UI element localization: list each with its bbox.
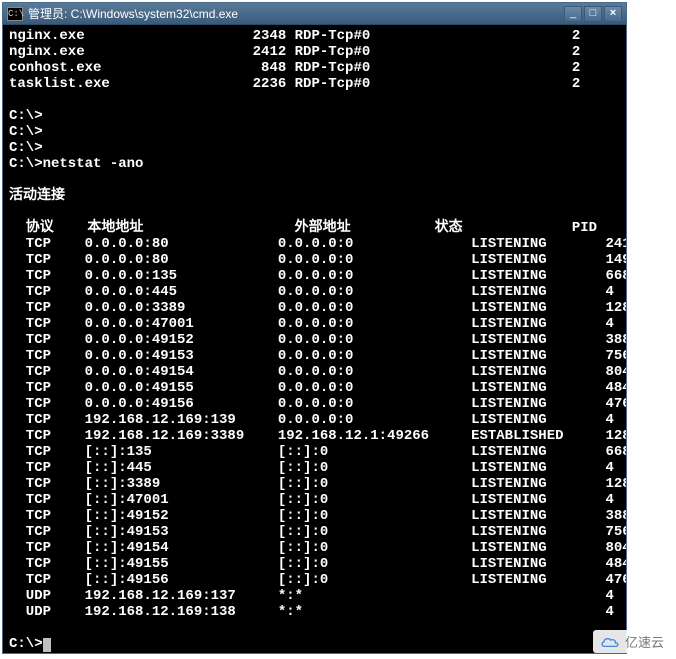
prompt-line: C:\> <box>9 636 620 652</box>
terminal-line: TCP 0.0.0.0:49156 0.0.0.0:0 LISTENING 47… <box>9 396 620 412</box>
cmd-icon: C:\ <box>7 7 23 21</box>
terminal-line: TCP [::]:49152 [::]:0 LISTENING 388 <box>9 508 620 524</box>
terminal-line: TCP [::]:47001 [::]:0 LISTENING 4 <box>9 492 620 508</box>
minimize-button[interactable]: _ <box>564 6 582 22</box>
terminal-line: 活动连接 <box>9 188 620 204</box>
terminal-line: conhost.exe 848 RDP-Tcp#0 2 3,004 K <box>9 60 620 76</box>
terminal-line <box>9 620 620 636</box>
cmd-window: C:\ 管理员: C:\Windows\system32\cmd.exe _ □… <box>2 2 627 654</box>
watermark: 亿速云 <box>593 630 670 653</box>
close-button[interactable]: × <box>604 6 622 22</box>
terminal-line: nginx.exe 2412 RDP-Tcp#0 2 5,716 K <box>9 44 620 60</box>
terminal-line: TCP [::]:49156 [::]:0 LISTENING 476 <box>9 572 620 588</box>
terminal-line: C:\>netstat -ano <box>9 156 620 172</box>
terminal-line: 协议 本地地址 外部地址 状态 PID <box>9 220 620 236</box>
terminal-line: TCP [::]:445 [::]:0 LISTENING 4 <box>9 460 620 476</box>
terminal-line <box>9 172 620 188</box>
terminal-line: TCP 0.0.0.0:445 0.0.0.0:0 LISTENING 4 <box>9 284 620 300</box>
terminal-line: TCP 0.0.0.0:3389 0.0.0.0:0 LISTENING 128… <box>9 300 620 316</box>
terminal-line: TCP 0.0.0.0:47001 0.0.0.0:0 LISTENING 4 <box>9 316 620 332</box>
terminal-line: TCP 0.0.0.0:135 0.0.0.0:0 LISTENING 668 <box>9 268 620 284</box>
terminal-line: UDP 192.168.12.169:137 *:* 4 <box>9 588 620 604</box>
window-title: 管理员: C:\Windows\system32\cmd.exe <box>28 5 564 22</box>
terminal-line: C:\> <box>9 140 620 156</box>
cloud-icon <box>599 635 621 649</box>
terminal-line: tasklist.exe 2236 RDP-Tcp#0 2 5,836 K <box>9 76 620 92</box>
terminal-line: TCP 192.168.12.169:3389 192.168.12.1:492… <box>9 428 620 444</box>
terminal-line: TCP [::]:49155 [::]:0 LISTENING 484 <box>9 556 620 572</box>
terminal-line: TCP [::]:3389 [::]:0 LISTENING 1284 <box>9 476 620 492</box>
terminal-line <box>9 92 620 108</box>
cursor <box>43 638 51 652</box>
terminal-line: TCP 0.0.0.0:80 0.0.0.0:0 LISTENING 1492 <box>9 252 620 268</box>
terminal-line: TCP 0.0.0.0:49153 0.0.0.0:0 LISTENING 75… <box>9 348 620 364</box>
titlebar[interactable]: C:\ 管理员: C:\Windows\system32\cmd.exe _ □… <box>3 3 626 25</box>
window-controls: _ □ × <box>564 6 622 22</box>
watermark-text: 亿速云 <box>625 632 664 651</box>
terminal-line: TCP 0.0.0.0:80 0.0.0.0:0 LISTENING 2412 <box>9 236 620 252</box>
maximize-button[interactable]: □ <box>584 6 602 22</box>
terminal-line: TCP 0.0.0.0:49152 0.0.0.0:0 LISTENING 38… <box>9 332 620 348</box>
terminal-line: TCP [::]:49153 [::]:0 LISTENING 756 <box>9 524 620 540</box>
terminal-output[interactable]: nginx.exe 2348 RDP-Tcp#0 2 5,392 Knginx.… <box>3 25 626 653</box>
terminal-line: nginx.exe 2348 RDP-Tcp#0 2 5,392 K <box>9 28 620 44</box>
terminal-line <box>9 204 620 220</box>
terminal-line: C:\> <box>9 108 620 124</box>
terminal-line: TCP [::]:49154 [::]:0 LISTENING 804 <box>9 540 620 556</box>
terminal-line: UDP 192.168.12.169:138 *:* 4 <box>9 604 620 620</box>
terminal-line: TCP 0.0.0.0:49154 0.0.0.0:0 LISTENING 80… <box>9 364 620 380</box>
terminal-line: TCP [::]:135 [::]:0 LISTENING 668 <box>9 444 620 460</box>
terminal-line: TCP 0.0.0.0:49155 0.0.0.0:0 LISTENING 48… <box>9 380 620 396</box>
terminal-line: C:\> <box>9 124 620 140</box>
terminal-line: TCP 192.168.12.169:139 0.0.0.0:0 LISTENI… <box>9 412 620 428</box>
